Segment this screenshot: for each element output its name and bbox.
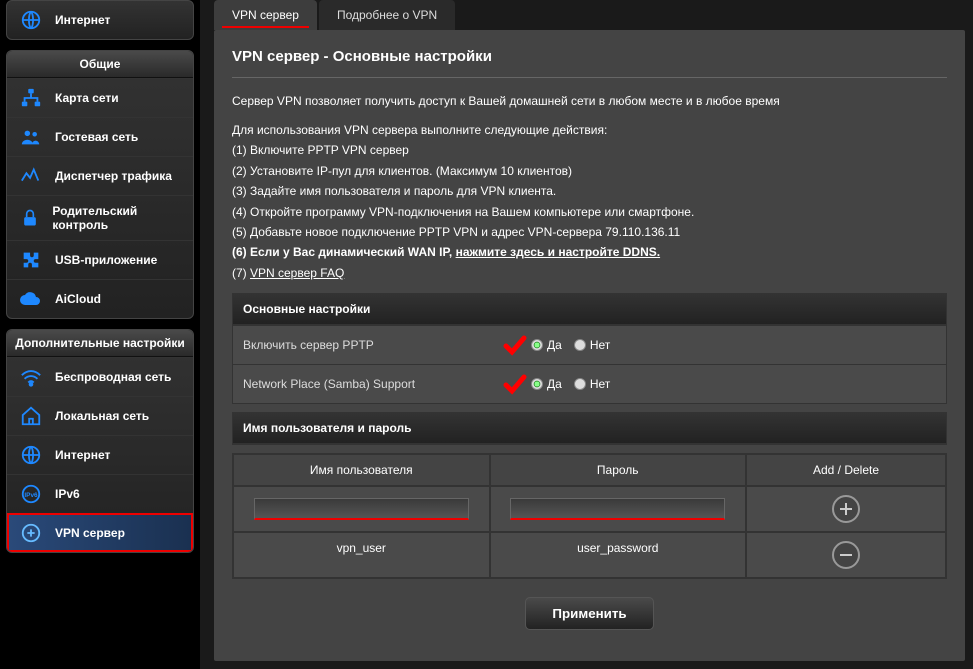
col-action: Add / Delete [746,454,946,486]
tab-vpn-details[interactable]: Подробнее о VPN [319,0,455,30]
sidebar-label: Беспроводная сеть [55,370,171,384]
puzzle-icon [17,249,45,271]
section-user-header: Имя пользователя и пароль [233,413,946,444]
sidebar-item-usb-app[interactable]: USB-приложение [7,240,193,279]
samba-label: Network Place (Samba) Support [243,377,503,391]
ipv6-icon: IPv6 [17,483,45,505]
enable-pptp-label: Включить сервер PPTP [243,338,503,352]
users-icon [17,126,45,148]
globe-icon [17,9,45,31]
pptp-radio-no[interactable]: Нет [574,338,610,352]
sidebar-item-traffic-manager[interactable]: Диспетчер трафика [7,156,193,195]
intro-text: Сервер VPN позволяет получить доступ к В… [232,92,947,110]
sidebar-label: Интернет [55,13,110,27]
sidebar-item-ipv6[interactable]: IPv6 IPv6 [7,474,193,513]
sidebar-item-parental-control[interactable]: Родительский контроль [7,195,193,240]
page-title: VPN сервер - Основные настройки [232,48,947,78]
username-input[interactable] [254,498,469,520]
sidebar-label: USB-приложение [55,253,157,267]
active-arrow-icon [193,515,194,551]
sidebar-item-vpn-server[interactable]: VPN сервер [7,513,193,552]
col-password: Пароль [490,454,747,486]
vpn-icon [17,522,45,544]
col-username: Имя пользователя [233,454,490,486]
tab-bar: VPN сервер Подробнее о VPN [214,0,965,30]
delete-button[interactable] [832,541,860,569]
samba-radio-no[interactable]: Нет [574,377,610,391]
lock-icon [17,207,42,229]
sidebar-label: Локальная сеть [55,409,149,423]
sidebar-label: Родительский контроль [52,204,183,232]
sidebar-label: AiCloud [55,292,101,306]
globe-icon [17,444,45,466]
ddns-link[interactable]: нажмите здесь и настройте DDNS. [456,245,661,259]
password-input[interactable] [510,498,725,520]
sidebar-label: Карта сети [55,91,119,105]
sidebar-label: VPN сервер [55,526,125,540]
svg-text:IPv6: IPv6 [24,492,38,499]
add-button[interactable] [832,495,860,523]
user-table: Имя пользователя Пароль Add / Delete vpn… [232,453,947,579]
sidebar-item-aicloud[interactable]: AiCloud [7,279,193,318]
content-panel: VPN сервер - Основные настройки Сервер V… [214,30,965,661]
sidebar-item-wan[interactable]: Интернет [7,435,193,474]
sidebar-item-network-map[interactable]: Карта сети [7,78,193,117]
sidebar-item-wireless[interactable]: Беспроводная сеть [7,357,193,396]
home-icon [17,405,45,427]
apply-button[interactable]: Применить [525,597,653,630]
pptp-radio-yes[interactable]: Да [531,338,562,352]
sidebar-label: Интернет [55,448,110,462]
sidebar-header-general: Общие [7,51,193,78]
section-basic-header: Основные настройки [233,294,946,325]
faq-link[interactable]: VPN сервер FAQ [250,266,344,280]
cell-password: user_password [490,532,747,578]
sidebar-label: Диспетчер трафика [55,169,172,183]
setup-steps: Для использования VPN сервера выполните … [232,120,947,283]
sidebar-header-advanced: Дополнительные настройки [7,330,193,357]
network-map-icon [17,87,45,109]
cell-username: vpn_user [233,532,490,578]
check-icon [503,373,531,395]
sidebar-item-lan[interactable]: Локальная сеть [7,396,193,435]
sidebar-label: Гостевая сеть [55,130,138,144]
check-icon [503,334,531,356]
samba-radio-yes[interactable]: Да [531,377,562,391]
sidebar-item-internet-top[interactable]: Интернет [7,1,193,39]
cloud-icon [17,288,45,310]
active-underline [222,26,309,28]
wifi-icon [17,366,45,388]
sidebar-label: IPv6 [55,487,80,501]
traffic-icon [17,165,45,187]
tab-vpn-server[interactable]: VPN сервер [214,0,317,30]
sidebar-item-guest-network[interactable]: Гостевая сеть [7,117,193,156]
